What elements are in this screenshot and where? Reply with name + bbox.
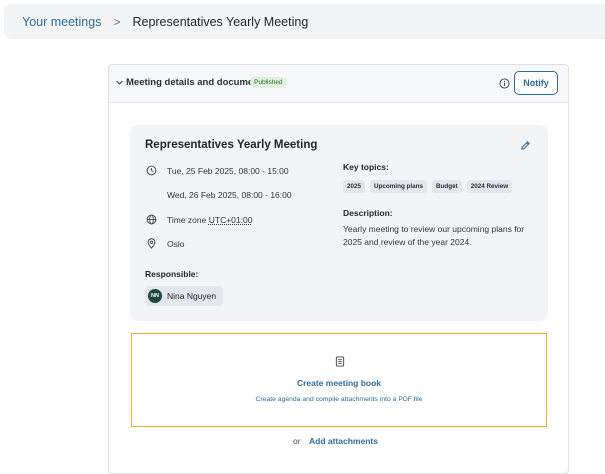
responsible-person-chip[interactable]: NN Nina Nguyen bbox=[145, 286, 224, 306]
or-text: or bbox=[293, 436, 301, 446]
location-text: Oslo bbox=[167, 239, 185, 249]
panel-header[interactable]: Meeting details and documents Published … bbox=[109, 65, 568, 103]
panel-title: Meeting details and documents bbox=[126, 77, 268, 88]
book-icon bbox=[335, 356, 345, 367]
chevron-down-icon[interactable] bbox=[116, 79, 123, 86]
meeting-title: Representatives Yearly Meeting bbox=[145, 139, 318, 151]
meeting-date-1: Tue, 25 Feb 2025, 08:00 - 15:00 bbox=[167, 166, 289, 176]
avatar: NN bbox=[148, 289, 162, 303]
key-topics-label: Key topics: bbox=[343, 162, 389, 172]
topic-tag: Upcoming plans bbox=[370, 180, 427, 193]
create-meeting-book-button[interactable]: Create meeting book bbox=[132, 378, 546, 388]
topic-tag: 2025 bbox=[343, 180, 366, 193]
breadcrumb-current-page: Representatives Yearly Meeting bbox=[132, 14, 309, 29]
status-badge: Published bbox=[250, 77, 287, 88]
responsible-label: Responsible: bbox=[145, 269, 199, 279]
meeting-info-card: Representatives Yearly Meeting Tue, 25 F… bbox=[130, 125, 548, 321]
description-text: Yearly meeting to review our upcoming pl… bbox=[343, 224, 525, 247]
topic-tag: Budget bbox=[432, 180, 462, 193]
location-pin-icon bbox=[147, 238, 156, 249]
key-topics-list: 2025 Upcoming plans Budget 2024 Review bbox=[343, 180, 513, 193]
notify-button[interactable]: Notify bbox=[514, 71, 558, 95]
pencil-icon[interactable] bbox=[520, 140, 531, 151]
timezone-row: Time zone UTC+01:00 bbox=[167, 215, 252, 225]
timezone-value: UTC+01:00 bbox=[208, 215, 253, 225]
create-meeting-book-area[interactable]: Create meeting book Create agenda and co… bbox=[131, 333, 547, 427]
meeting-date-2: Wed, 26 Feb 2025, 08:00 - 16:00 bbox=[167, 190, 292, 200]
breadcrumb: Your meetings > Representatives Yearly M… bbox=[4, 4, 605, 39]
clock-icon bbox=[146, 165, 157, 176]
breadcrumb-your-meetings-link[interactable]: Your meetings bbox=[22, 15, 101, 29]
create-meeting-book-subtitle: Create agenda and compile attachments in… bbox=[255, 396, 423, 403]
responsible-name: Nina Nguyen bbox=[167, 291, 217, 301]
description-label: Description: bbox=[343, 208, 393, 218]
add-attachments-link[interactable]: Add attachments bbox=[309, 436, 378, 446]
topic-tag: 2024 Review bbox=[466, 180, 513, 193]
globe-icon bbox=[146, 214, 157, 225]
info-icon[interactable] bbox=[499, 78, 510, 89]
timezone-label: Time zone bbox=[167, 215, 207, 225]
chevron-right-icon: > bbox=[113, 14, 121, 29]
